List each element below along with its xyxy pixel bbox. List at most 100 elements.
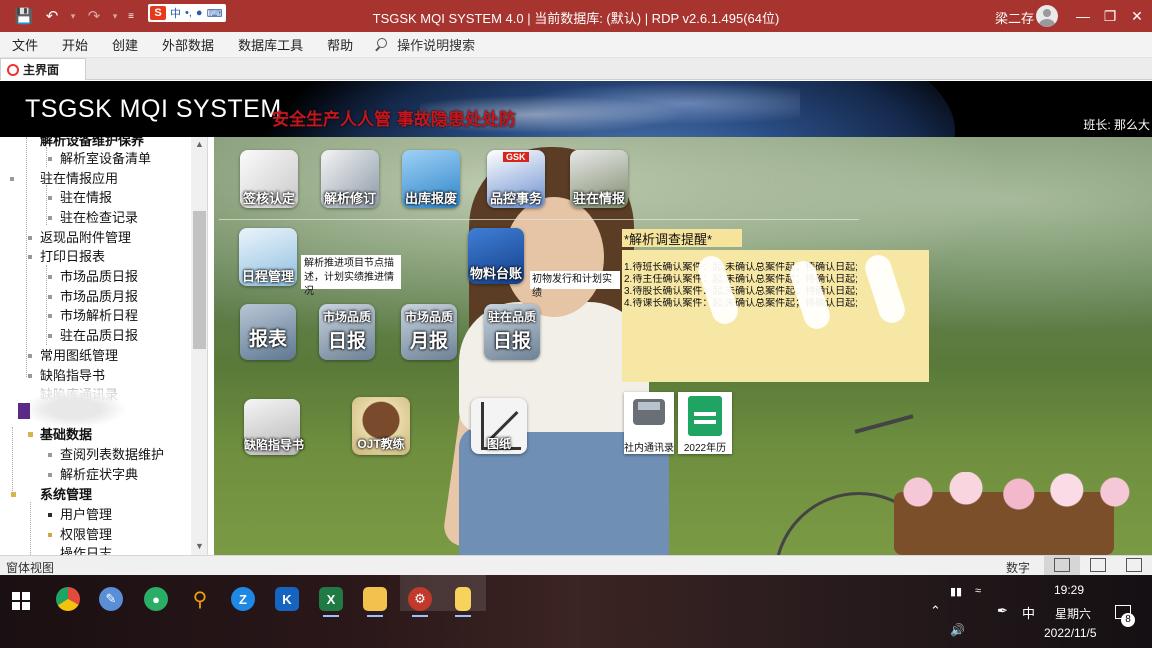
close-button[interactable]: ✕: [1122, 0, 1152, 32]
save-icon[interactable]: 💾: [10, 0, 38, 32]
search-icon[interactable]: [373, 37, 389, 53]
tree-item[interactable]: 驻在检查记录: [60, 208, 138, 227]
tree-item[interactable]: 解析症状字典: [60, 465, 138, 484]
tree-item[interactable]: 系统管理: [40, 485, 92, 504]
taskbar-app[interactable]: ⚙: [404, 581, 436, 617]
icon-label: 签核认定: [242, 191, 295, 206]
title-bar: 💾 ↶ ▾ ↷ ▾ ≡ S 中 •, ● ⌨ TSGSK MQI SYSTEM …: [0, 0, 1152, 32]
report-button[interactable]: 报表: [240, 304, 296, 360]
redaction-blur: [22, 390, 127, 428]
scroll-down-icon[interactable]: ▼: [195, 541, 204, 551]
drawing-button[interactable]: 图纸: [471, 398, 527, 454]
tell-me-search[interactable]: 操作说明搜索: [397, 35, 475, 54]
user-name[interactable]: 梁二存: [995, 8, 1034, 27]
taskbar-app[interactable]: [447, 581, 479, 617]
sidebar-scrollbar[interactable]: ▲ ▼: [191, 137, 207, 555]
onsite-info-button[interactable]: 驻在情报: [570, 150, 628, 208]
clock-weekday[interactable]: 星期六: [1055, 605, 1091, 622]
k-app-icon: K: [275, 587, 299, 611]
icon-label: 缺陷指导书: [244, 438, 305, 452]
key-icon: [48, 533, 52, 537]
menu-home[interactable]: 开始: [50, 35, 100, 54]
signature-button[interactable]: 签核认定: [240, 150, 298, 208]
tree-item[interactable]: 常用图纸管理: [40, 346, 118, 365]
ime-indicator[interactable]: 中: [1022, 603, 1035, 622]
clock-date[interactable]: 2022/11/5: [1044, 626, 1097, 640]
material-ledger-button[interactable]: 物料台账: [468, 228, 524, 284]
tree-node-icon: [48, 473, 52, 477]
tree-item[interactable]: 用户管理: [60, 505, 112, 524]
keyboard-icon[interactable]: ⌨: [207, 7, 223, 20]
menu-external-data[interactable]: 外部数据: [150, 35, 226, 54]
tree-item[interactable]: 驻在情报应用: [40, 169, 118, 188]
taskbar-app[interactable]: ●: [140, 581, 172, 617]
ime-toolbar[interactable]: S 中 •, ● ⌨: [148, 4, 226, 22]
tree-item[interactable]: 驻在品质日报: [60, 326, 138, 345]
menu-database-tools[interactable]: 数据库工具: [226, 35, 315, 54]
wifi-icon[interactable]: ≈: [975, 585, 981, 597]
running-indicator: [412, 615, 428, 617]
tree-item[interactable]: 基础数据: [40, 425, 92, 444]
form-view-icon[interactable]: [1054, 558, 1070, 572]
redo-icon[interactable]: ↷: [80, 0, 108, 32]
access-app-icon: ⚙: [408, 587, 432, 611]
windows-start-icon[interactable]: [12, 592, 30, 610]
customize-toolbar-icon[interactable]: ≡: [122, 0, 140, 32]
pen-icon[interactable]: ✒: [997, 603, 1008, 619]
tree-item[interactable]: 打印日报表: [40, 247, 105, 266]
tree-item[interactable]: 驻在情报: [60, 188, 112, 207]
taskbar-app[interactable]: [359, 581, 391, 617]
icon-label: 图纸: [486, 437, 511, 451]
datasheet-view-icon[interactable]: [1090, 558, 1106, 572]
taskbar-app[interactable]: ✎: [95, 581, 127, 617]
quality-control-button[interactable]: GSK 品控事务: [487, 150, 545, 208]
undo-icon[interactable]: ↶: [38, 0, 66, 32]
document-tab-bar: 主界面: [0, 58, 1152, 80]
outbound-scrap-button[interactable]: 出库报废: [402, 150, 460, 208]
ojt-coach-button[interactable]: OJT教练: [352, 397, 410, 455]
tree-item[interactable]: 解析室设备清单: [60, 149, 151, 168]
tree-item[interactable]: 市场解析日程: [60, 306, 138, 325]
minimize-button[interactable]: —: [1068, 0, 1098, 32]
ime-mode[interactable]: 中: [170, 5, 181, 21]
design-view-icon[interactable]: [1126, 558, 1142, 572]
tree-item[interactable]: 权限管理: [60, 525, 112, 544]
tree-item[interactable]: 操作日志: [60, 544, 112, 555]
show-hidden-icons-icon[interactable]: ⌃: [930, 603, 941, 619]
tree-item[interactable]: 查阅列表数据维护: [60, 445, 164, 464]
punctuation-icon[interactable]: •,: [185, 7, 192, 19]
taskbar-app[interactable]: Z: [227, 581, 259, 617]
calendar-button[interactable]: 2022年历: [678, 392, 732, 454]
battery-icon[interactable]: ▮▮: [950, 585, 962, 598]
clock-time[interactable]: 19:29: [1054, 583, 1084, 597]
menu-file[interactable]: 文件: [0, 35, 50, 54]
microphone-icon[interactable]: ●: [196, 7, 203, 19]
tree-item[interactable]: 缺陷指导书: [40, 366, 105, 385]
dropdown-icon[interactable]: ▾: [108, 0, 122, 32]
tree-item[interactable]: 市场品质月报: [60, 287, 138, 306]
tree-item[interactable]: 市场品质日报: [60, 267, 138, 286]
phone-directory-button[interactable]: 社内通讯录: [624, 392, 674, 454]
onsite-daily-button[interactable]: 驻在品质 日报: [484, 304, 540, 360]
taskbar-app[interactable]: K: [271, 581, 303, 617]
taskbar-app[interactable]: [52, 581, 84, 617]
analysis-revise-button[interactable]: 解析修订: [321, 150, 379, 208]
menu-help[interactable]: 帮助: [315, 35, 365, 54]
tree-item[interactable]: 返现品附件管理: [40, 228, 131, 247]
avatar[interactable]: [1036, 5, 1058, 27]
scroll-thumb[interactable]: [193, 211, 206, 349]
wechat-icon: ●: [144, 587, 168, 611]
restore-button[interactable]: ❐: [1095, 0, 1125, 32]
defect-guide-button[interactable]: 缺陷指导书: [244, 399, 305, 455]
scroll-up-icon[interactable]: ▲: [195, 139, 204, 149]
menu-create[interactable]: 创建: [100, 35, 150, 54]
taskbar-app[interactable]: ⚲: [184, 581, 216, 617]
taskbar-app[interactable]: X: [315, 581, 347, 617]
tab-main-interface[interactable]: 主界面: [0, 58, 86, 80]
market-monthly-button[interactable]: 市场品质 月报: [401, 304, 457, 360]
volume-icon[interactable]: 🔊: [950, 623, 965, 637]
dropdown-icon[interactable]: ▾: [66, 0, 80, 32]
safety-slogan: 安全生产人人管 事故隐患处处防: [272, 110, 516, 130]
schedule-button[interactable]: 日程管理: [239, 228, 297, 286]
market-daily-button[interactable]: 市场品质 日报: [319, 304, 375, 360]
